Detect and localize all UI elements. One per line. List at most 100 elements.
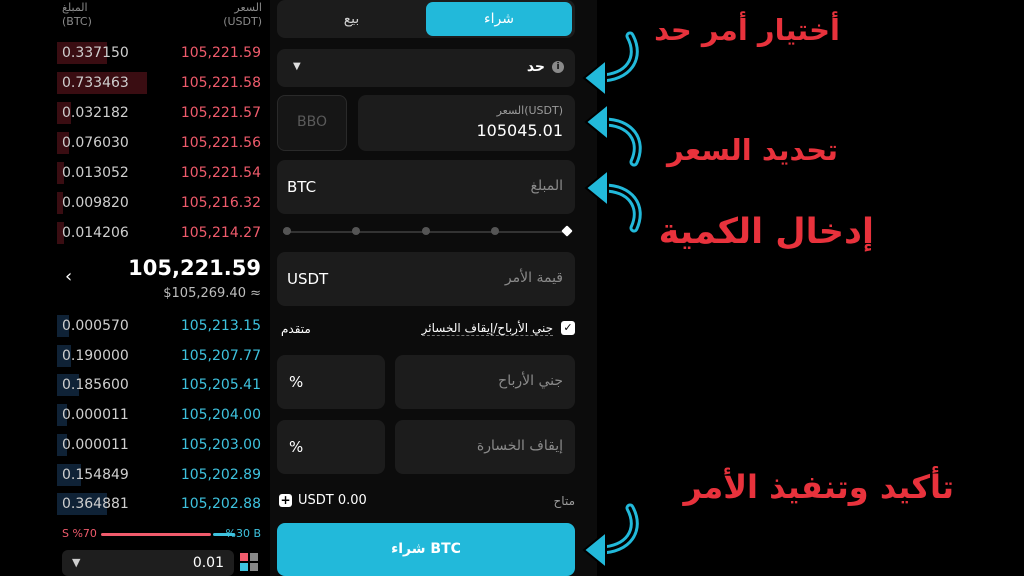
order-value-input[interactable]: USDT قيمة الأمر	[277, 252, 575, 306]
annotation-enter-qty: إدخال الكمية	[658, 212, 874, 252]
bid-price: 105,213.15	[180, 318, 261, 334]
tab-sell[interactable]: بيع	[277, 0, 426, 38]
slider-step-50[interactable]	[422, 227, 430, 235]
bbo-label: BBO	[297, 114, 327, 130]
bid-qty: 0.000570	[62, 318, 129, 334]
arrow-icon	[584, 101, 642, 167]
tpsl-checkbox[interactable]: ✓	[561, 321, 575, 335]
tpsl-row: متقدم جني الأرباح/إيقاف الخسائر ✓	[277, 318, 575, 344]
stop-loss-placeholder: إيقاف الخسارة	[476, 438, 563, 454]
plus-icon[interactable]: +	[279, 494, 292, 507]
bid-price: 105,205.41	[180, 377, 261, 394]
arrow-icon	[584, 167, 642, 233]
price-column-header: السعر	[234, 1, 262, 14]
order-type-label: حد	[526, 59, 545, 75]
balance-value: USDT 0.00	[298, 493, 367, 508]
chevron-left-icon[interactable]: ‹	[65, 266, 72, 287]
arrow-icon	[582, 503, 639, 571]
ask-qty: 0.009820	[62, 195, 129, 211]
layout-icon[interactable]	[240, 553, 260, 573]
bid-qty: 0.154849	[62, 466, 129, 483]
price-column-unit: (USDT)	[223, 15, 262, 28]
ask-row[interactable]: 0.009820 105,216.32	[57, 190, 267, 216]
mid-price: ‹ 105,221.59 $105,269.40 ≈	[57, 252, 267, 308]
ask-qty: 0.032182	[62, 105, 129, 121]
caret-down-icon: ▼	[293, 61, 301, 72]
usd-price: $105,269.40 ≈	[163, 286, 261, 301]
buy-button[interactable]: شراء BTC	[277, 523, 575, 576]
ask-price: 105,221.54	[180, 165, 261, 181]
slider-handle[interactable]	[561, 225, 573, 237]
take-profit-placeholder: جني الأرباح	[498, 373, 563, 389]
ask-qty: 0.014206	[62, 225, 129, 241]
advanced-link[interactable]: متقدم	[281, 322, 311, 336]
order-value-unit: USDT	[287, 270, 329, 288]
bid-price: 105,203.00	[180, 436, 261, 453]
ask-row[interactable]: 0.076030 105,221.56	[57, 130, 267, 156]
qty-column-header: المبلغ	[62, 1, 88, 14]
stop-loss-input[interactable]: إيقاف الخسارة	[395, 420, 575, 474]
ask-row[interactable]: 0.337150 105,221.59	[57, 40, 267, 66]
take-profit-pct: %	[289, 373, 304, 391]
ask-price: 105,221.59	[180, 45, 261, 61]
slider-step-75[interactable]	[491, 227, 499, 235]
stop-loss-pct-input[interactable]: %	[277, 420, 385, 474]
slider-step-25[interactable]	[352, 227, 360, 235]
bid-row[interactable]: 0.190000 105,207.77	[57, 343, 267, 369]
tick-size-select[interactable]: ▼ 0.01	[62, 550, 234, 576]
bid-qty: 0.000011	[62, 436, 129, 453]
ask-row[interactable]: 0.032182 105,221.57	[57, 100, 267, 126]
amount-slider[interactable]	[283, 225, 573, 237]
bid-qty: 0.364881	[62, 496, 129, 513]
order-book: المبلغ (BTC) السعر (USDT) 0.337150 105,22…	[57, 0, 270, 576]
price-value: 105045.01	[476, 121, 563, 140]
bid-price: 105,202.89	[180, 466, 261, 483]
bid-row[interactable]: 0.000011 105,204.00	[57, 402, 267, 428]
last-price: 105,221.59	[128, 256, 261, 280]
tpsl-label[interactable]: جني الأرباح/إيقاف الخسائر	[421, 321, 553, 336]
sell-ratio-bar	[101, 533, 211, 536]
take-profit-input[interactable]: جني الأرباح	[395, 355, 575, 409]
annotation-choose-limit: أختيار أمر حد	[654, 13, 840, 47]
bid-row[interactable]: 0.000570 105,213.15	[57, 313, 267, 339]
bid-row[interactable]: 0.154849 105,202.89	[57, 462, 267, 488]
bid-price: 105,202.88	[180, 496, 261, 513]
arrow-icon	[582, 31, 639, 99]
slider-step-0[interactable]	[283, 227, 291, 235]
order-book-header: المبلغ (BTC) السعر (USDT)	[62, 0, 262, 34]
available-label: متاح	[553, 494, 575, 508]
bid-qty: 0.000011	[62, 407, 129, 424]
tick-size-value: 0.01	[192, 555, 224, 571]
price-input[interactable]: السعر(USDT) 105045.01	[358, 95, 575, 151]
bbo-button[interactable]: BBO	[277, 95, 347, 151]
ask-price: 105,221.57	[180, 105, 261, 121]
tab-buy[interactable]: شراء	[426, 2, 572, 36]
price-label: السعر(USDT)	[496, 104, 563, 117]
stop-loss-pct: %	[289, 438, 304, 456]
order-form: بيع شراء ▼ حد i BBO السعر(USDT) 105045.0…	[270, 0, 597, 576]
ask-qty: 0.076030	[62, 135, 129, 151]
buy-sell-ratio: S %70 %30 B	[57, 525, 267, 543]
ask-price: 105,221.58	[180, 75, 261, 91]
bid-price: 105,204.00	[180, 407, 261, 424]
annotation-set-price: تحديد السعر	[666, 133, 838, 167]
qty-column-unit: (BTC)	[62, 15, 92, 28]
ask-price: 105,221.56	[180, 135, 261, 151]
ask-price: 105,214.27	[180, 225, 261, 241]
order-type-select[interactable]: ▼ حد i	[277, 49, 575, 87]
bid-row[interactable]: 0.000011 105,203.00	[57, 432, 267, 458]
ask-row[interactable]: 0.013052 105,221.54	[57, 160, 267, 186]
bid-row[interactable]: 0.185600 105,205.41	[57, 372, 267, 398]
annotation-confirm: تأكيد وتنفيذ الأمر	[683, 468, 954, 506]
ask-row[interactable]: 0.014206 105,214.27	[57, 220, 267, 246]
ask-qty: 0.733463	[62, 75, 129, 91]
amount-input[interactable]: BTC المبلغ	[277, 160, 575, 214]
caret-down-icon: ▼	[72, 556, 81, 569]
take-profit-pct-input[interactable]: %	[277, 355, 385, 409]
bid-row[interactable]: 0.364881 105,202.88	[57, 491, 267, 517]
ask-price: 105,216.32	[180, 195, 261, 211]
amount-unit: BTC	[287, 178, 317, 196]
ask-row[interactable]: 0.733463 105,221.58	[57, 70, 267, 96]
amount-placeholder: المبلغ	[530, 178, 563, 194]
info-icon[interactable]: i	[552, 61, 564, 73]
